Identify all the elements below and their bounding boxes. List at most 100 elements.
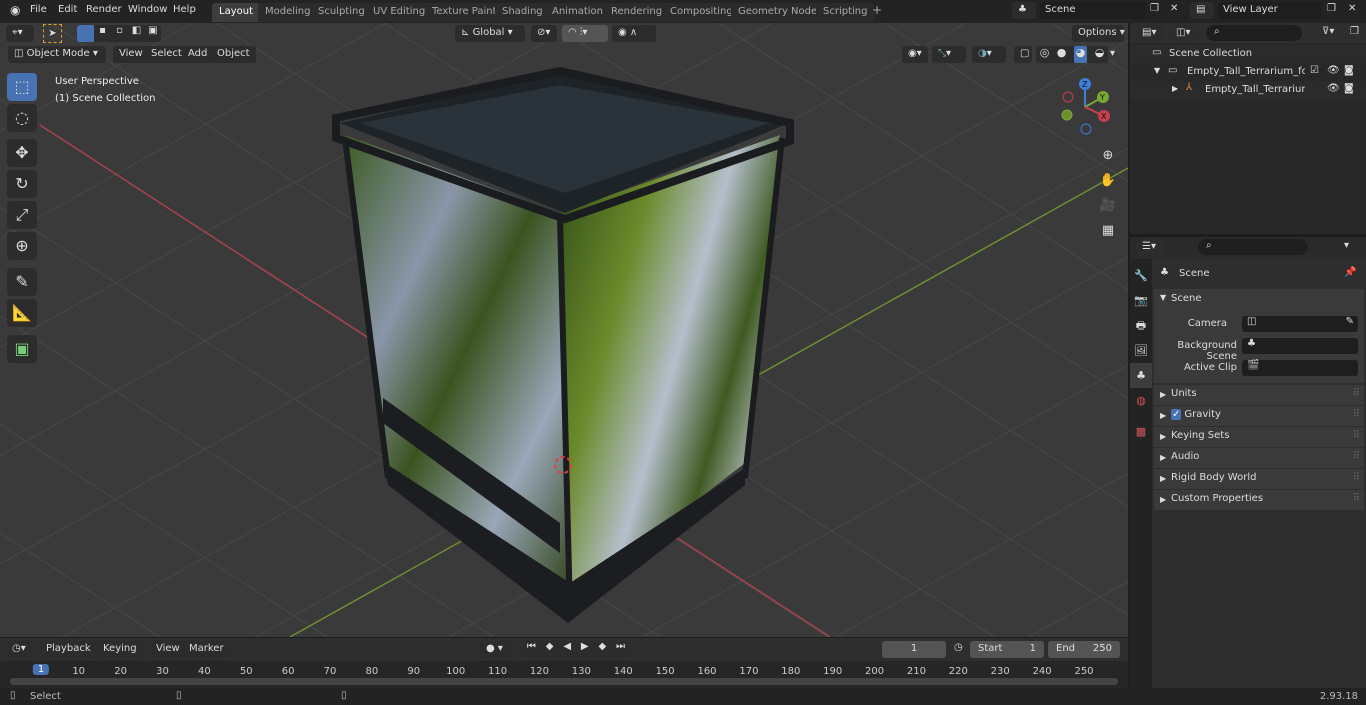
new-collection-icon[interactable]: ❐ — [1350, 26, 1359, 37]
properties-search-input[interactable]: ⌕ — [1198, 239, 1308, 255]
select-subtract-icon[interactable]: ▫ — [111, 25, 128, 42]
end-frame-field[interactable]: End 250 — [1048, 641, 1120, 658]
copy-scene-icon[interactable]: ❐ — [1150, 3, 1159, 14]
add-cube-tool[interactable]: ▣ — [7, 335, 37, 363]
proportional-edit-icon[interactable]: ◉ ∧ — [612, 25, 656, 42]
copy-view-layer-icon[interactable]: ❐ — [1327, 3, 1336, 14]
timeline-scrollbar[interactable] — [10, 678, 1118, 685]
output-tab-icon[interactable]: 🖶 — [1130, 313, 1152, 338]
gravity-checkbox[interactable]: ✓ — [1171, 409, 1182, 420]
jump-end-icon[interactable]: ⏭ — [616, 641, 625, 658]
gizmo-toggle-icon[interactable]: ⤡▾ — [932, 46, 966, 63]
scene-panel-header[interactable]: ▼ Scene — [1154, 289, 1364, 309]
outliner-editor-icon[interactable]: ▤▾ — [1136, 25, 1164, 42]
jump-start-icon[interactable]: ⏮ — [527, 641, 536, 658]
select-tool-icon[interactable]: ➤ — [43, 24, 62, 43]
annotate-tool[interactable]: ✎ — [7, 268, 37, 296]
tab-compositing[interactable]: Compositing — [663, 3, 740, 22]
rendered-shading-icon[interactable]: ◒ — [1095, 46, 1105, 63]
tab-shading[interactable]: Shading — [495, 3, 550, 22]
xray-icon[interactable]: ▢ — [1014, 46, 1032, 63]
eye-icon[interactable]: 👁 — [1327, 83, 1340, 94]
play-reverse-icon[interactable]: ◀ — [563, 641, 571, 658]
tab-geometry-nodes[interactable]: Geometry Nodes — [731, 3, 830, 22]
close-icon[interactable]: ✕ — [1170, 3, 1178, 14]
timeline-menu-view[interactable]: View — [150, 641, 186, 658]
play-icon[interactable]: ▶ — [581, 641, 589, 658]
timeline-editor-icon[interactable]: ◷▾ — [6, 641, 34, 658]
editor-type-icon[interactable]: ⌖▾ — [6, 25, 34, 42]
outliner-row-object[interactable]: ▶ ⅄ Empty_Tall_Terrarium_for 👁 ◙ — [1130, 81, 1366, 99]
outliner-row-scene-collection[interactable]: ▭ Scene Collection — [1130, 45, 1366, 63]
close-view-layer-icon[interactable]: ✕ — [1348, 3, 1356, 14]
add-workspace-icon[interactable]: + — [872, 3, 882, 17]
menu-file[interactable]: File — [30, 4, 47, 15]
tab-animation[interactable]: Animation — [545, 3, 610, 22]
solid-shading-icon[interactable]: ● — [1057, 46, 1067, 63]
eye-icon[interactable]: 👁 — [1327, 65, 1340, 76]
shading-dropdown-icon[interactable]: ▾ — [1110, 48, 1115, 59]
scene-icon[interactable]: ♣ — [1012, 2, 1036, 19]
timeline-menu-playback[interactable]: Playback — [40, 641, 97, 658]
drag-handle-icon[interactable]: ⠿ — [1353, 430, 1360, 441]
select-intersect-icon[interactable]: ▣ — [145, 25, 161, 42]
drag-handle-icon[interactable]: ⠿ — [1353, 451, 1360, 462]
3d-viewport[interactable]: ⌖▾ ➤ ▪ ▫ ◧ ▣ ⊾ Global ▾ ⊘▾ ◠ ⫶▾ ◉ ∧ Opti… — [0, 23, 1128, 637]
tab-texture-paint[interactable]: Texture Paint — [425, 3, 504, 22]
cursor-tool[interactable]: ◌ — [7, 104, 37, 132]
measure-tool[interactable]: 📐 — [7, 299, 37, 327]
world-tab-icon[interactable]: ◍ — [1130, 388, 1152, 413]
menu-edit[interactable]: Edit — [58, 4, 77, 15]
properties-editor-icon[interactable]: ☰▾ — [1136, 239, 1164, 256]
tab-modeling[interactable]: Modeling — [258, 3, 318, 22]
pin-icon[interactable]: 📌 — [1344, 267, 1356, 278]
menu-render[interactable]: Render — [86, 4, 122, 15]
transform-orientation-dropdown[interactable]: ⊾ Global ▾ — [455, 25, 525, 42]
drag-handle-icon[interactable]: ⠿ — [1353, 493, 1360, 504]
material-shading-icon[interactable]: ◕ — [1073, 46, 1088, 63]
pan-hand-icon[interactable]: ✋ — [1098, 168, 1118, 193]
pivot-point-icon[interactable]: ⊘▾ — [531, 25, 557, 42]
camera-field[interactable]: ◫ ✎ — [1242, 316, 1358, 332]
transform-tool[interactable]: ⊕ — [7, 232, 37, 260]
current-frame-field[interactable]: 1 — [882, 641, 946, 658]
background-scene-field[interactable]: ♣ — [1242, 338, 1358, 354]
move-tool[interactable]: ✥ — [7, 139, 37, 167]
menu-window[interactable]: Window — [128, 4, 167, 15]
properties-options-icon[interactable]: ▾ — [1344, 240, 1349, 251]
navigation-gizmo[interactable]: Z Y X — [1055, 75, 1115, 135]
auto-keying-icon[interactable]: ● ▾ — [480, 641, 514, 658]
expand-icon[interactable]: ▶ — [1172, 84, 1178, 93]
tab-layout[interactable]: Layout — [212, 3, 260, 22]
expand-icon[interactable]: ▼ — [1154, 66, 1160, 75]
menu-help[interactable]: Help — [173, 4, 196, 15]
drag-handle-icon[interactable]: ⠿ — [1353, 388, 1360, 399]
outliner-row-collection[interactable]: ▼ ▭ Empty_Tall_Terrarium_for_Rep ☑ 👁 ◙ — [1130, 63, 1366, 81]
prev-keyframe-icon[interactable]: ◆ — [546, 641, 554, 658]
mode-dropdown[interactable]: ◫ Object Mode ▾ — [8, 46, 106, 63]
tab-uv-editing[interactable]: UV Editing — [366, 3, 433, 22]
select-new-icon[interactable] — [77, 25, 94, 42]
visibility-icon[interactable]: ◉▾ — [902, 46, 928, 63]
tab-sculpting[interactable]: Sculpting — [311, 3, 372, 22]
scene-tab-icon[interactable]: ♣ — [1130, 363, 1152, 388]
panel-audio[interactable]: ▶ Audio ⠿ — [1154, 448, 1364, 468]
timeline-menu-marker[interactable]: Marker — [183, 641, 230, 658]
panel-units[interactable]: ▶ Units ⠿ — [1154, 385, 1364, 405]
panel-rigid-body-world[interactable]: ▶ Rigid Body World ⠿ — [1154, 469, 1364, 489]
camera-render-icon[interactable]: ◙ — [1344, 83, 1354, 94]
tab-rendering[interactable]: Rendering — [604, 3, 670, 22]
tab-scripting[interactable]: Scripting — [816, 3, 875, 22]
overlay-toggle-icon[interactable]: ◑▾ — [972, 46, 1006, 63]
outliner-search-input[interactable]: ⌕ — [1206, 25, 1302, 41]
wireframe-shading-icon[interactable]: ◎ — [1040, 46, 1050, 63]
blender-logo-icon[interactable]: ◉ — [10, 3, 20, 17]
select-box-tool[interactable]: ⬚ — [7, 73, 37, 101]
panel-gravity[interactable]: ▶ ✓ Gravity ⠿ — [1154, 406, 1364, 426]
next-keyframe-icon[interactable]: ◆ — [598, 641, 606, 658]
viewport-menu-add[interactable]: Add — [182, 46, 214, 63]
drag-handle-icon[interactable]: ⠿ — [1353, 472, 1360, 483]
texture-tab-icon[interactable]: ▩ — [1130, 419, 1152, 444]
view-layer-icon[interactable]: ▤ — [1190, 2, 1214, 19]
tool-tab-icon[interactable]: 🔧 — [1130, 263, 1152, 288]
